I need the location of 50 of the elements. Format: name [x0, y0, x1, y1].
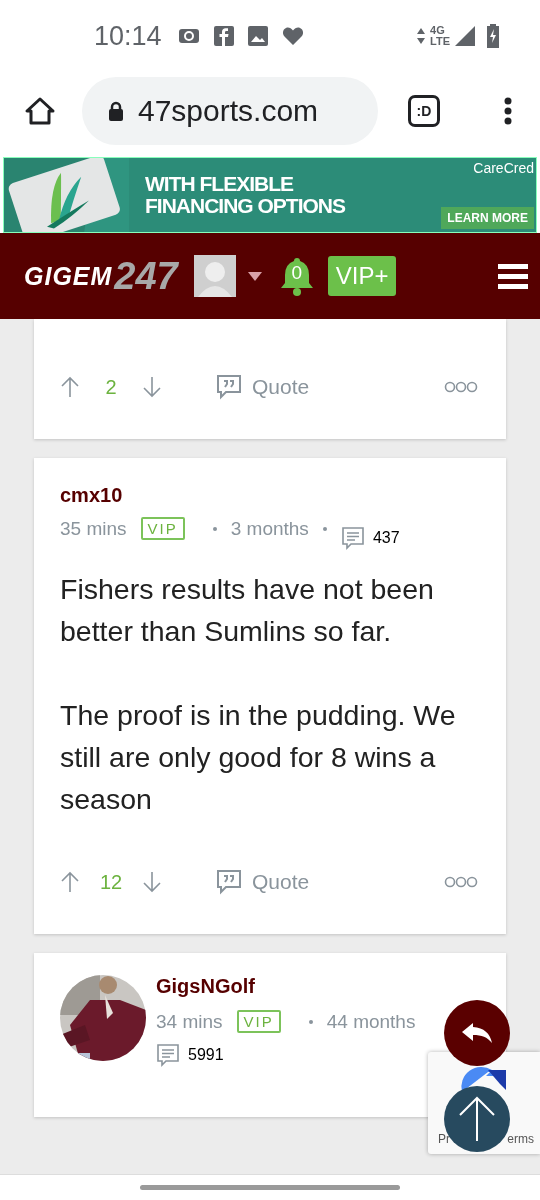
quote-icon: [216, 374, 242, 400]
network-label: 4G: [430, 25, 446, 36]
gesture-handle[interactable]: [140, 1185, 400, 1190]
comment-icon: [156, 1043, 180, 1067]
username[interactable]: cmx10: [60, 484, 478, 507]
vip-badge: VIP: [236, 1010, 281, 1033]
quote-icon: [216, 869, 242, 895]
data-arrows-icon: [416, 26, 427, 46]
post-text: Fishers results have not been better than Sumlins so far.: [60, 572, 435, 649]
member-tenure: 44 months: [326, 1010, 416, 1033]
more-menu-icon[interactable]: [504, 97, 512, 125]
downvote-icon[interactable]: [142, 376, 162, 398]
vote-count: 12: [98, 870, 124, 894]
avatar-icon[interactable]: [193, 255, 236, 297]
upvote-icon[interactable]: [60, 376, 80, 398]
more-options-icon[interactable]: [444, 381, 478, 393]
heart-icon: [281, 26, 304, 46]
image-icon: [247, 26, 268, 46]
home-icon[interactable]: [24, 96, 56, 126]
reply-arrow-icon: [461, 1021, 493, 1045]
tab-switcher-button[interactable]: :D: [408, 95, 440, 127]
clock: 10:14: [94, 20, 162, 52]
username[interactable]: GigsNGolf: [156, 975, 416, 998]
post-count: 5991: [188, 1046, 224, 1064]
ad-headline: WITH FLEXIBLE: [145, 173, 295, 195]
post-time: 34 mins: [156, 1010, 223, 1033]
comment-icon: [340, 525, 365, 550]
ad-banner[interactable]: WITH FLEXIBLE FINANCING OPTIONS CareCred LEARN MORE: [3, 157, 537, 233]
signal-icon: [454, 25, 476, 47]
downvote-icon[interactable]: [142, 871, 162, 893]
site-logo[interactable]: GIGEM: [24, 261, 113, 291]
vip-badge: VIP: [140, 517, 185, 540]
battery-icon: [486, 24, 500, 48]
dropdown-caret-icon[interactable]: [247, 271, 262, 281]
post-text: The proof is in the pudding. We still are only good for 8 wins a season: [60, 698, 457, 817]
address-bar[interactable]: 47sports.com: [82, 77, 378, 145]
facebook-icon: [213, 26, 234, 46]
post-time: 35 mins: [60, 517, 127, 540]
member-tenure: 3 months: [230, 517, 309, 540]
menu-icon[interactable]: [498, 263, 528, 289]
network-type-label: LTE: [430, 36, 450, 47]
ad-headline: FINANCING OPTIONS: [145, 195, 345, 217]
lock-icon: [108, 101, 124, 121]
post-count: 437: [372, 528, 400, 547]
ad-brand: CareCred: [473, 160, 534, 176]
up-arrow-icon: [457, 1095, 497, 1143]
site-logo-number[interactable]: 247: [114, 254, 178, 298]
upvote-icon[interactable]: [60, 871, 80, 893]
more-options-icon[interactable]: [444, 876, 478, 888]
vote-count: 2: [104, 375, 118, 399]
